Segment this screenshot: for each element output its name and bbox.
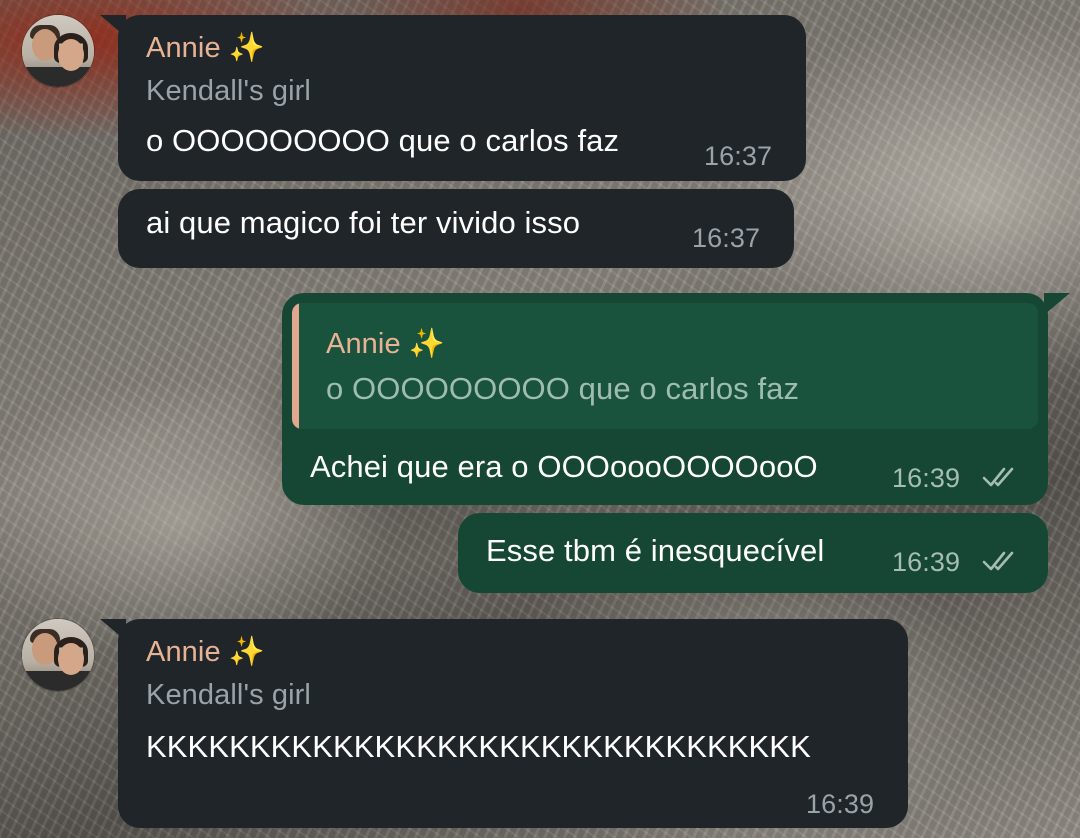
message-text: ai que magico foi ter vivido isso xyxy=(146,205,581,240)
bubble-tail xyxy=(1044,293,1070,315)
outgoing-message-bubble[interactable]: Esse tbm é inesquecível 16:39 xyxy=(458,513,1048,593)
incoming-message-bubble[interactable]: Annie ✨ Kendall's girl o OOOOOOOOO que o… xyxy=(118,15,806,181)
message-time: 16:39 xyxy=(806,789,875,819)
reply-quote[interactable]: Annie ✨ o OOOOOOOOO que o carlos faz xyxy=(292,303,1038,429)
message-text: Achei que era o OOOoooOOOOooO xyxy=(310,449,818,484)
outgoing-message-bubble[interactable]: Annie ✨ o OOOOOOOOO que o carlos faz Ach… xyxy=(282,293,1048,505)
sender-subtitle: Kendall's girl xyxy=(146,679,311,711)
sender-name[interactable]: Annie ✨ xyxy=(146,31,265,65)
incoming-message-bubble[interactable]: ai que magico foi ter vivido isso 16:37 xyxy=(118,189,794,268)
double-check-icon xyxy=(982,551,1014,571)
sender-name[interactable]: Annie ✨ xyxy=(146,635,265,669)
avatar[interactable] xyxy=(22,619,94,691)
message-time: 16:39 xyxy=(892,463,961,493)
double-check-icon xyxy=(982,467,1014,487)
message-text: o OOOOOOOOO que o carlos faz xyxy=(146,123,620,158)
message-time: 16:37 xyxy=(692,223,761,253)
sender-subtitle: Kendall's girl xyxy=(146,75,311,107)
message-text: KKKKKKKKKKKKKKKKKKKKKKKKKKKKKKKK xyxy=(146,729,811,764)
message-time: 16:39 xyxy=(892,547,961,577)
quote-text: o OOOOOOOOO que o carlos faz xyxy=(326,371,800,406)
quote-sender-name: Annie ✨ xyxy=(326,328,446,360)
message-time: 16:37 xyxy=(704,141,773,171)
message-text: Esse tbm é inesquecível xyxy=(486,533,825,568)
incoming-message-bubble[interactable]: Annie ✨ Kendall's girl KKKKKKKKKKKKKKKKK… xyxy=(118,619,908,828)
quote-bar xyxy=(292,303,299,429)
avatar[interactable] xyxy=(22,15,94,87)
